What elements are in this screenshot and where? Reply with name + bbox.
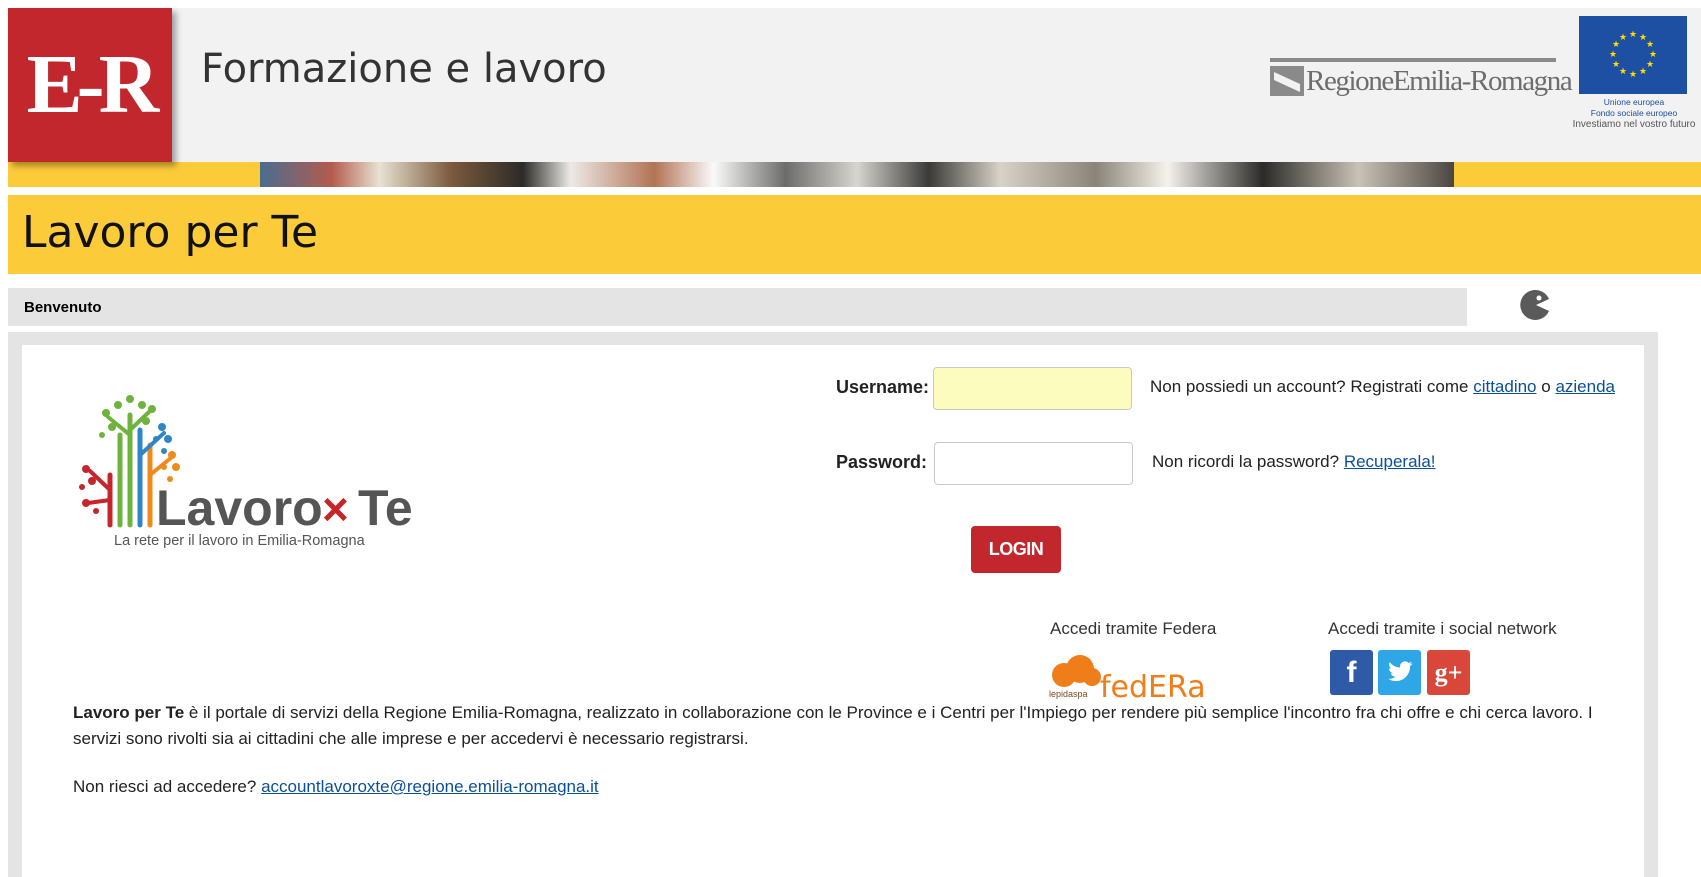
eu-flag-icon[interactable]: ★ ★ ★ ★ ★ ★ ★ ★ ★ ★ ★ ★ [1579,16,1687,94]
eu-caption-line-2: Fondo sociale europeo [1590,108,1678,118]
support-email-link[interactable]: accountlavoroxte@regione.emilia-romagna.… [261,777,599,796]
regione-logo-text: RegioneEmilia-Romagna [1306,65,1573,97]
main-content: Lavoro × Te La rete per il lavoro in Emi… [22,345,1644,877]
svg-text:★: ★ [1629,70,1637,80]
description-lead: Lavoro per Te [73,703,185,722]
regione-emilia-romagna-logo[interactable]: RegioneEmilia-Romagna [1270,54,1573,100]
eu-caption: Unione europea Fondo sociale europeo Inv… [1559,97,1701,130]
exit-icon[interactable] [1516,287,1552,323]
username-input[interactable] [933,367,1132,410]
federa-caption: Accedi tramite Federa [1050,619,1217,638]
svg-text:★: ★ [1646,60,1654,70]
svg-text:★: ★ [1612,60,1620,70]
help-line: Non riesci ad accedere? accountlavoroxte… [73,777,599,797]
password-input[interactable] [934,442,1133,485]
photo-banner [8,162,1701,187]
register-citizen-link[interactable]: cittadino [1473,377,1536,396]
banner-photo-strip [260,162,1454,187]
regione-mark-icon [1270,66,1304,96]
register-prompt: Non possiedi un account? Registrati come… [1150,377,1615,397]
forgot-password-prompt: Non ricordi la password? Recuperala! [1152,452,1436,472]
username-label: Username: [836,377,930,397]
twitter-icon [1387,661,1413,682]
portal-description: Lavoro per Te è il portale di servizi de… [73,700,1593,752]
site-title: Formazione e lavoro [201,46,607,92]
twitter-login-button[interactable] [1378,650,1421,695]
logo-word-lavoro: Lavoro [156,480,323,536]
svg-text:★: ★ [1646,40,1654,50]
svg-text:★: ★ [1639,67,1647,77]
page-title: Lavoro per Te [22,207,319,258]
logo-word-te: Te [358,480,413,536]
logo-tagline: La rete per il lavoro in Emilia-Romagna [114,533,366,549]
help-text: Non riesci ad accedere? [73,777,257,796]
title-bar: Lavoro per Te [8,195,1701,274]
eu-caption-line-1: Unione europea [1603,97,1665,107]
register-or-text: o [1541,377,1551,396]
svg-text:★: ★ [1609,50,1617,60]
lavoro-per-te-logo: Lavoro × Te La rete per il lavoro in Emi… [79,395,413,549]
eu-caption-line-3: Investiamo nel vostro futuro [1572,119,1696,130]
logo-x-icon: × [322,483,349,535]
social-caption: Accedi tramite i social network [1328,619,1557,638]
er-logo[interactable]: E-R [8,8,172,162]
svg-text:★: ★ [1619,67,1627,77]
svg-text:★: ★ [1649,50,1657,60]
recover-password-link[interactable]: Recuperala! [1344,452,1436,471]
federa-logo-text: fedERa [1100,670,1206,702]
password-label: Password: [836,452,928,472]
site-header: E-R Formazione e lavoro RegioneEmilia-Ro… [8,8,1701,162]
login-button[interactable]: LOGIN [971,526,1061,573]
facebook-icon: f [1346,656,1357,689]
google-plus-icon: g+ [1434,658,1463,687]
main-panel: Lavoro × Te La rete per il lavoro in Emi… [8,332,1658,877]
forgot-password-text: Non ricordi la password? [1152,452,1340,471]
logo-rule [1270,58,1556,62]
google-plus-login-button[interactable]: g+ [1427,650,1470,695]
register-prompt-text: Non possiedi un account? Registrati come [1150,377,1469,396]
federa-logo[interactable]: lepidaspa fedERa [1048,647,1208,702]
description-text: è il portale di servizi della Regione Em… [73,703,1593,748]
facebook-login-button[interactable]: f [1330,650,1373,695]
svg-text:★: ★ [1629,30,1637,40]
breadcrumb-current: Benvenuto [24,299,102,316]
svg-text:★: ★ [1619,33,1627,43]
breadcrumb: Benvenuto [8,288,1467,326]
register-company-link[interactable]: azienda [1555,377,1615,396]
federa-logo-small: lepidaspa [1049,689,1088,699]
